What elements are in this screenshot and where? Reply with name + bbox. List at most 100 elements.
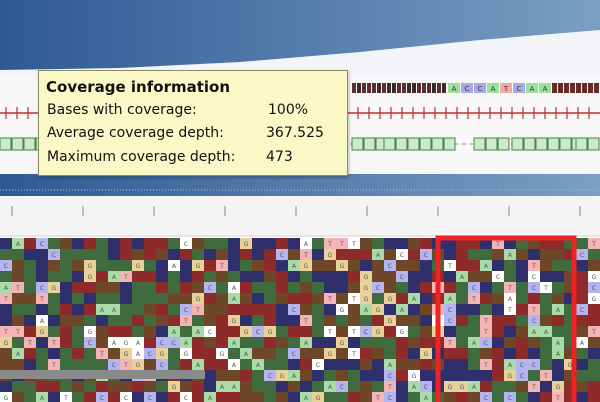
read-base-cell	[312, 381, 324, 392]
read-base-cell	[156, 326, 168, 337]
read-base-cell	[444, 271, 456, 282]
alignment-viewer[interactable]: ACCATCAA A C C G A T T T T TC C T G A C C A CC G G A G T A G G C T A…	[0, 0, 600, 402]
read-base-cell	[444, 282, 456, 293]
read-base-cell	[336, 282, 348, 293]
read-base-cell	[168, 304, 180, 315]
read-base-cell	[312, 337, 324, 348]
read-base-letter: C	[472, 285, 476, 292]
read-base-cell	[276, 260, 288, 271]
read-base-letter: T	[495, 241, 500, 248]
read-base-cell	[336, 326, 348, 337]
read-base-cell	[456, 337, 468, 348]
read-base-cell	[216, 282, 228, 293]
read-base-letter: C	[508, 395, 512, 402]
read-base-cell	[60, 315, 72, 326]
read-base-letter: T	[531, 263, 536, 270]
read-base-letter: G	[340, 307, 345, 314]
reference-cell	[564, 83, 569, 93]
read-base-cell	[144, 238, 156, 249]
read-base-cell	[492, 348, 504, 359]
read-base-cell	[204, 238, 216, 249]
read-base-cell	[360, 337, 372, 348]
read-base-cell	[504, 348, 516, 359]
read-base-cell	[120, 249, 132, 260]
read-base-letter: G	[124, 340, 129, 347]
read-base-cell	[60, 348, 72, 359]
read-base-cell	[132, 271, 144, 282]
read-base-cell	[108, 293, 120, 304]
read-base-letter: C	[388, 395, 392, 402]
read-base-cell	[24, 304, 36, 315]
reference-cell	[377, 83, 381, 93]
read-base-cell	[252, 238, 264, 249]
read-base-cell	[180, 293, 192, 304]
read-base-cell	[120, 381, 132, 392]
read-base-cell	[252, 293, 264, 304]
read-base-cell	[156, 249, 168, 260]
read-base-cell	[24, 315, 36, 326]
read-base-letter: G	[364, 296, 369, 303]
read-base-cell	[228, 348, 240, 359]
read-base-cell	[156, 271, 168, 282]
read-base-cell	[192, 348, 204, 359]
read-base-cell	[0, 359, 12, 370]
reference-cell	[382, 83, 386, 93]
read-base-cell	[240, 359, 252, 370]
read-base-cell	[12, 293, 24, 304]
read-base-letter: G	[556, 384, 561, 391]
read-base-cell	[492, 293, 504, 304]
read-base-cell	[264, 315, 276, 326]
read-base-cell	[504, 260, 516, 271]
read-base-cell	[300, 348, 312, 359]
read-base-cell	[228, 249, 240, 260]
read-base-letter: T	[387, 384, 392, 391]
read-base-cell	[180, 260, 192, 271]
read-base-letter: T	[327, 241, 332, 248]
read-base-cell	[288, 359, 300, 370]
read-base-letter: G	[88, 263, 93, 270]
read-base-cell	[264, 304, 276, 315]
read-base-cell	[84, 359, 96, 370]
read-base-letter: G	[364, 274, 369, 281]
read-base-cell	[156, 381, 168, 392]
read-base-cell	[60, 381, 72, 392]
read-base-cell	[180, 282, 192, 293]
read-base-cell	[372, 337, 384, 348]
read-base-cell	[240, 381, 252, 392]
read-base-cell	[300, 293, 312, 304]
read-base-letter: T	[483, 329, 488, 336]
read-base-cell	[588, 249, 600, 260]
read-base-cell	[60, 293, 72, 304]
read-base-cell	[168, 282, 180, 293]
read-base-cell	[348, 249, 360, 260]
reference-cell	[588, 83, 593, 93]
read-base-cell	[192, 392, 204, 402]
read-base-cell	[120, 326, 132, 337]
read-base-cell	[300, 381, 312, 392]
read-base-letter: T	[123, 362, 128, 369]
read-base-cell	[72, 293, 84, 304]
read-base-cell	[48, 392, 60, 402]
read-base-letter: T	[447, 263, 452, 270]
read-base-cell	[588, 337, 600, 348]
read-base-cell	[216, 392, 228, 402]
read-base-cell	[396, 282, 408, 293]
read-base-letter: G	[388, 296, 393, 303]
read-base-cell	[384, 337, 396, 348]
read-base-letter: G	[376, 307, 381, 314]
read-base-cell	[504, 337, 516, 348]
read-base-cell	[456, 315, 468, 326]
read-base-cell	[240, 337, 252, 348]
read-base-letter: T	[303, 318, 308, 325]
read-base-cell	[516, 293, 528, 304]
read-base-cell	[552, 359, 564, 370]
average-depth-label: Average coverage depth:	[47, 125, 224, 141]
read-base-letter: G	[136, 362, 141, 369]
read-base-cell	[132, 282, 144, 293]
read-base-letter: T	[483, 362, 488, 369]
read-base-cell	[324, 315, 336, 326]
read-base-cell	[360, 359, 372, 370]
reference-cell	[352, 83, 356, 93]
read-base-cell	[156, 304, 168, 315]
read-base-cell	[264, 348, 276, 359]
